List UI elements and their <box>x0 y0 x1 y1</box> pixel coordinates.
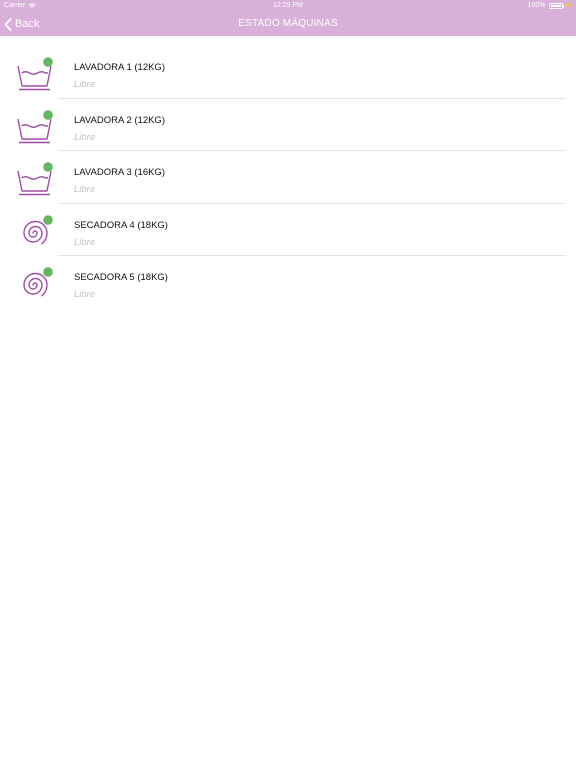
navigation-bar: Back ESTADO MÁQUINAS <box>0 12 576 36</box>
machine-row[interactable]: LAVADORA 1 (12KG) Libre <box>0 46 576 99</box>
machine-status: Libre <box>74 131 96 143</box>
machine-name: SECADORA 5 (18KG) <box>74 272 168 283</box>
washer-icon <box>17 162 53 196</box>
status-time: 12:29 PM <box>273 2 303 9</box>
machine-name: LAVADORA 3 (16KG) <box>74 167 165 178</box>
machine-row[interactable]: SECADORA 4 (18KG) Libre <box>0 204 576 256</box>
machine-status: Libre <box>74 184 96 195</box>
machine-name: LAVADORA 1 (12KG) <box>74 62 165 73</box>
available-indicator <box>43 214 53 225</box>
machine-name: LAVADORA 2 (12KG) <box>74 114 165 126</box>
battery-percentage: 100% <box>527 2 546 9</box>
washer-icon <box>17 57 53 91</box>
machine-name: SECADORA 4 (18KG) <box>74 219 168 231</box>
available-indicator <box>43 57 53 67</box>
available-indicator <box>43 267 53 277</box>
available-indicator <box>43 162 53 172</box>
machine-status: Libre <box>74 289 96 300</box>
washer-icon <box>17 109 53 143</box>
machine-status: Libre <box>74 236 96 248</box>
available-indicator <box>43 109 53 120</box>
machine-status: Libre <box>74 79 96 90</box>
machine-row[interactable]: LAVADORA 2 (12KG) Libre <box>0 99 576 151</box>
battery-indicator: 100% ⚡ <box>528 2 572 9</box>
page-title: ESTADO MÁQUINAS <box>238 18 338 29</box>
status-bar: Carrier 12:29 PM 100% ⚡ <box>0 0 576 12</box>
machine-row[interactable]: LAVADORA 3 (16KG) Libre <box>0 151 576 204</box>
battery-icon <box>548 2 564 9</box>
top-bar: Carrier 12:29 PM 100% ⚡ Back ESTADO MÁQU… <box>0 0 576 36</box>
machine-list: LAVADORA 1 (12KG) Libre LAVADORA 2 (12KG… <box>0 46 576 309</box>
charging-icon: ⚡ <box>564 3 572 9</box>
dryer-icon <box>23 267 53 297</box>
dryer-icon <box>23 214 53 244</box>
machine-row[interactable]: SECADORA 5 (18KG) Libre <box>0 256 576 309</box>
